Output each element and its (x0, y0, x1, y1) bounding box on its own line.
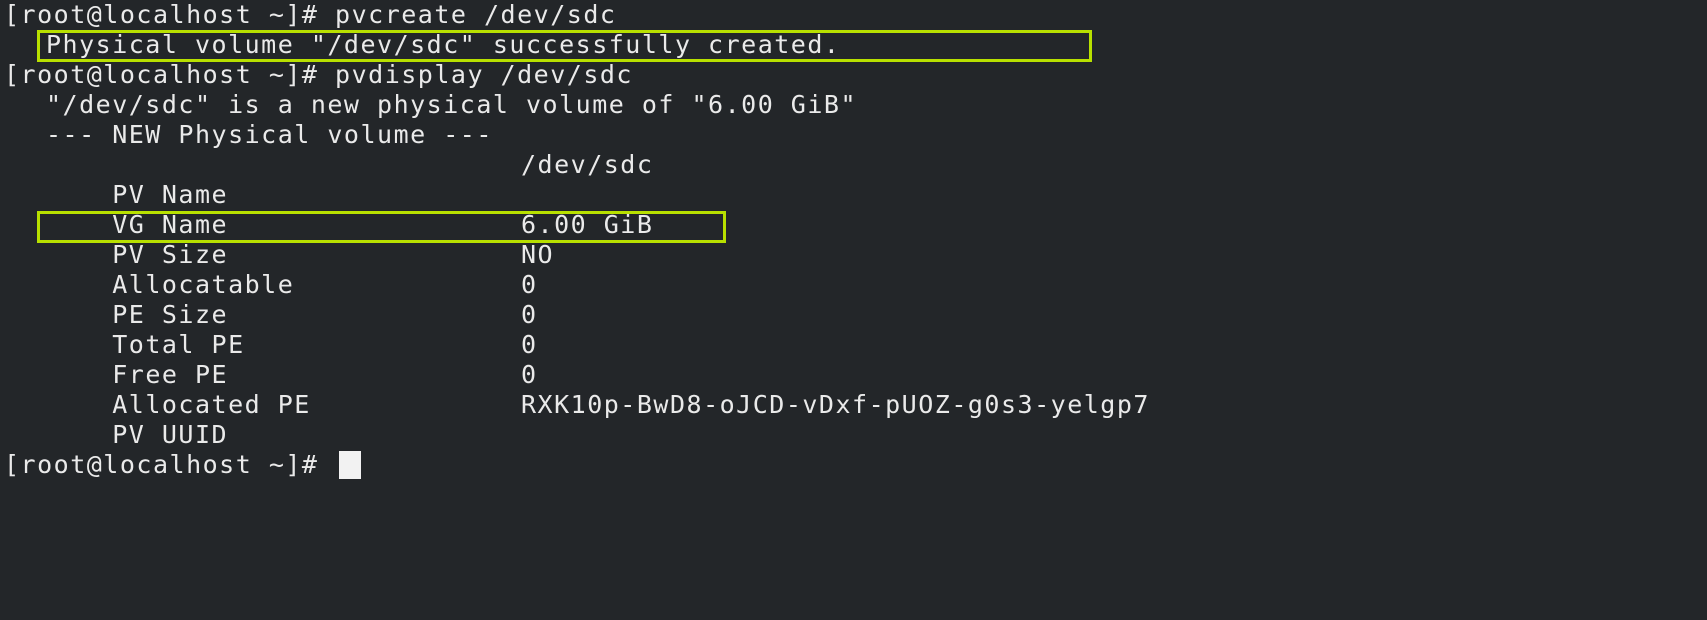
field-row: Allocatable NO (0, 240, 1646, 299)
field-value: 0 (521, 330, 538, 359)
section-header: --- NEW Physical volume --- (0, 120, 493, 150)
field-row: Allocated PE 0 (0, 360, 1646, 419)
prompt-line-3[interactable]: [root@localhost ~]# (0, 450, 362, 480)
command-pvcreate: pvcreate /dev/sdc (335, 0, 617, 29)
prompt-line-2: [root@localhost ~]# pvdisplay /dev/sdc (0, 60, 633, 90)
field-row: Total PE 0 (0, 300, 1646, 359)
field-row: PV Size 6.00 GiB (0, 210, 1646, 269)
field-value: 0 (521, 270, 538, 299)
shell-prompt: [root@localhost ~]# (4, 450, 319, 479)
field-row: PV UUID RXK10p-BwD8-oJCD-vDxf-pUOZ-g0s3-… (0, 390, 1646, 449)
field-row: PV Name /dev/sdc (0, 150, 1646, 209)
field-row: Free PE 0 (0, 330, 1646, 389)
text-cursor (339, 451, 362, 479)
shell-prompt: [root@localhost ~]# (4, 60, 319, 89)
field-row: PE Size 0 (0, 270, 1646, 329)
field-value: 0 (521, 300, 538, 329)
pvcreate-output: Physical volume "/dev/sdc" successfully … (0, 30, 840, 60)
field-value: RXK10p-BwD8-oJCD-vDxf-pUOZ-g0s3-yelgp7 (521, 390, 1150, 419)
field-value: 6.00 GiB (521, 210, 654, 239)
field-value: /dev/sdc (521, 150, 654, 179)
field-value: 0 (521, 360, 538, 389)
shell-prompt: [root@localhost ~]# (4, 0, 319, 29)
command-pvdisplay: pvdisplay /dev/sdc (335, 60, 633, 89)
success-message: Physical volume "/dev/sdc" successfully … (46, 30, 841, 59)
prompt-line-1: [root@localhost ~]# pvcreate /dev/sdc (0, 0, 616, 30)
intro-text: "/dev/sdc" is a new physical volume of "… (46, 90, 858, 119)
section-header-text: --- NEW Physical volume --- (46, 120, 493, 149)
terminal-window[interactable]: [root@localhost ~]# pvcreate /dev/sdc Ph… (0, 0, 1707, 620)
pvdisplay-intro: "/dev/sdc" is a new physical volume of "… (0, 90, 857, 120)
field-label: PV UUID (112, 420, 229, 449)
field-row: VG Name (0, 180, 1646, 239)
field-value: NO (521, 240, 555, 269)
